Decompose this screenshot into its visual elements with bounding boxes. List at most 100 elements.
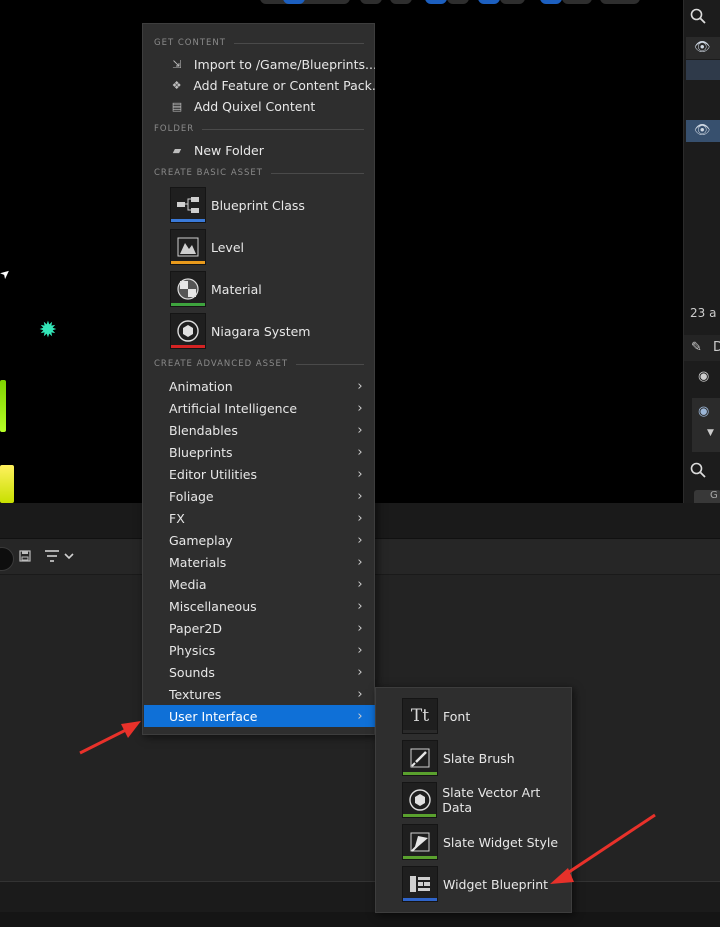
section-header-label: FOLDER: [154, 124, 195, 134]
menu-item-blueprints[interactable]: Blueprints ›: [144, 441, 375, 463]
menu-item-media[interactable]: Media ›: [144, 573, 375, 595]
menu-item-import[interactable]: ⇲ Import to /Game/Blueprints...: [144, 53, 375, 75]
submenu-item-label: Slate Brush: [443, 750, 515, 766]
actor-component-icon[interactable]: ◉: [698, 369, 709, 384]
viewport-toolbar-button[interactable]: [562, 0, 592, 4]
viewport-toolbar-button[interactable]: [600, 0, 640, 4]
divider: [233, 42, 364, 44]
menu-item-label: Blueprint Class: [211, 197, 305, 213]
details-tab[interactable]: ✎ D: [684, 335, 720, 361]
menu-item-label: Blueprints: [169, 444, 233, 460]
user-interface-submenu: Tt Font Slate Brush Slate Vector Art Dat…: [375, 687, 572, 913]
eye-icon[interactable]: 👁: [694, 40, 711, 55]
niagara-system-icon: [170, 313, 206, 349]
editor-bottom-bar: [0, 912, 720, 927]
menu-item-foliage[interactable]: Foliage ›: [144, 485, 375, 507]
menu-item-gameplay[interactable]: Gameplay ›: [144, 529, 375, 551]
menu-item-user-interface[interactable]: User Interface ›: [144, 705, 375, 727]
menu-item-blueprint-class[interactable]: Blueprint Class: [144, 185, 375, 225]
viewport-snap-toggle[interactable]: [540, 0, 562, 4]
chevron-right-icon: ›: [357, 400, 363, 416]
menu-item-label: Add Quixel Content: [194, 98, 316, 114]
submenu-item-label: Slate Vector Art Data: [442, 785, 541, 815]
menu-item-label: User Interface: [169, 708, 258, 724]
chevron-right-icon: ›: [357, 466, 363, 482]
viewport-snap-toggle[interactable]: [478, 0, 500, 4]
menu-item-niagara-system[interactable]: Niagara System: [144, 311, 375, 351]
menu-item-label: FX: [169, 510, 185, 526]
menu-item-label: Sounds: [169, 664, 215, 680]
vector-art-icon: [402, 782, 438, 818]
widget-blueprint-icon: [402, 866, 438, 902]
section-header-get-content: GET CONTENT: [154, 36, 364, 50]
menu-item-fx[interactable]: FX ›: [144, 507, 375, 529]
chevron-right-icon: ›: [357, 510, 363, 526]
blueprint-class-icon: [170, 187, 206, 223]
chevron-right-icon: ›: [357, 664, 363, 680]
viewport-snap-toggle[interactable]: [425, 0, 447, 4]
outliner-row[interactable]: [686, 60, 720, 80]
outliner-row-selected[interactable]: 👁: [686, 120, 720, 142]
eye-icon[interactable]: 👁: [694, 123, 711, 138]
menu-item-label: Miscellaneous: [169, 598, 257, 614]
menu-item-sounds[interactable]: Sounds ›: [144, 661, 375, 683]
outliner-header-row: 👁: [686, 37, 720, 59]
submenu-item-slate-vector-art-data[interactable]: Slate Vector Art Data: [376, 780, 571, 820]
viewport-toolbar-button[interactable]: [390, 0, 412, 4]
menu-item-label: Gameplay: [169, 532, 233, 548]
search-icon[interactable]: [690, 8, 718, 30]
menu-item-level[interactable]: Level: [144, 227, 375, 267]
submenu-item-label: Font: [443, 708, 471, 724]
menu-item-add-quixel[interactable]: ▤ Add Quixel Content: [144, 95, 375, 117]
filter-icon[interactable]: [44, 548, 78, 568]
menu-item-physics[interactable]: Physics ›: [144, 639, 375, 661]
menu-item-new-folder[interactable]: ▰ New Folder: [144, 139, 375, 161]
section-header-basic-asset: CREATE BASIC ASSET: [154, 166, 364, 180]
save-icon[interactable]: [19, 550, 31, 565]
menu-item-materials[interactable]: Materials ›: [144, 551, 375, 573]
chevron-right-icon: ›: [357, 422, 363, 438]
quixel-icon: ▤: [171, 99, 183, 113]
material-icon: [170, 271, 206, 307]
emissive-mesh: [0, 465, 14, 503]
chevron-right-icon: ›: [357, 378, 363, 394]
menu-item-material[interactable]: Material: [144, 269, 375, 309]
emissive-mesh: [0, 380, 6, 432]
search-icon[interactable]: [690, 462, 718, 484]
submenu-item-slate-brush[interactable]: Slate Brush: [376, 738, 571, 778]
menu-item-label: Blendables: [169, 422, 238, 438]
divider: [296, 363, 364, 365]
menu-item-add-feature-pack[interactable]: ❖ Add Feature or Content Pack...: [144, 74, 375, 96]
viewport-toolbar-button[interactable]: [360, 0, 382, 4]
viewport-toolbar-group[interactable]: [260, 0, 350, 4]
menu-item-animation[interactable]: Animation ›: [144, 375, 375, 397]
menu-item-label: Foliage: [169, 488, 214, 504]
menu-item-label: Niagara System: [211, 323, 311, 339]
menu-item-label: Import to /Game/Blueprints...: [193, 56, 375, 72]
viewport-toolbar-button[interactable]: [500, 0, 525, 4]
menu-item-miscellaneous[interactable]: Miscellaneous ›: [144, 595, 375, 617]
section-header-label: CREATE BASIC ASSET: [154, 168, 263, 178]
submenu-item-widget-blueprint[interactable]: Widget Blueprint: [376, 864, 571, 904]
menu-item-label: Textures: [169, 686, 222, 702]
viewport-toolbar-button[interactable]: [447, 0, 469, 4]
menu-item-blendables[interactable]: Blendables ›: [144, 419, 375, 441]
menu-item-artificial-intelligence[interactable]: Artificial Intelligence ›: [144, 397, 375, 419]
menu-item-label: New Folder: [194, 142, 264, 158]
chevron-down-icon[interactable]: ▼: [707, 428, 714, 438]
add-new-context-menu: GET CONTENT ⇲ Import to /Game/Blueprints…: [142, 23, 375, 735]
add-button[interactable]: [0, 547, 14, 571]
chevron-right-icon: ›: [357, 532, 363, 548]
submenu-item-font[interactable]: Tt Font: [376, 696, 571, 736]
menu-item-editor-utilities[interactable]: Editor Utilities ›: [144, 463, 375, 485]
menu-item-paper2d[interactable]: Paper2D ›: [144, 617, 375, 639]
menu-item-textures[interactable]: Textures ›: [144, 683, 375, 705]
chevron-right-icon: ›: [357, 620, 363, 636]
submenu-item-slate-widget-style[interactable]: Slate Widget Style: [376, 822, 571, 862]
chevron-right-icon: ›: [357, 642, 363, 658]
section-header-label: GET CONTENT: [154, 38, 226, 48]
level-icon: [170, 229, 206, 265]
chevron-right-icon: ›: [357, 554, 363, 570]
component-icon[interactable]: ◉: [698, 404, 709, 419]
divider: [271, 172, 364, 174]
